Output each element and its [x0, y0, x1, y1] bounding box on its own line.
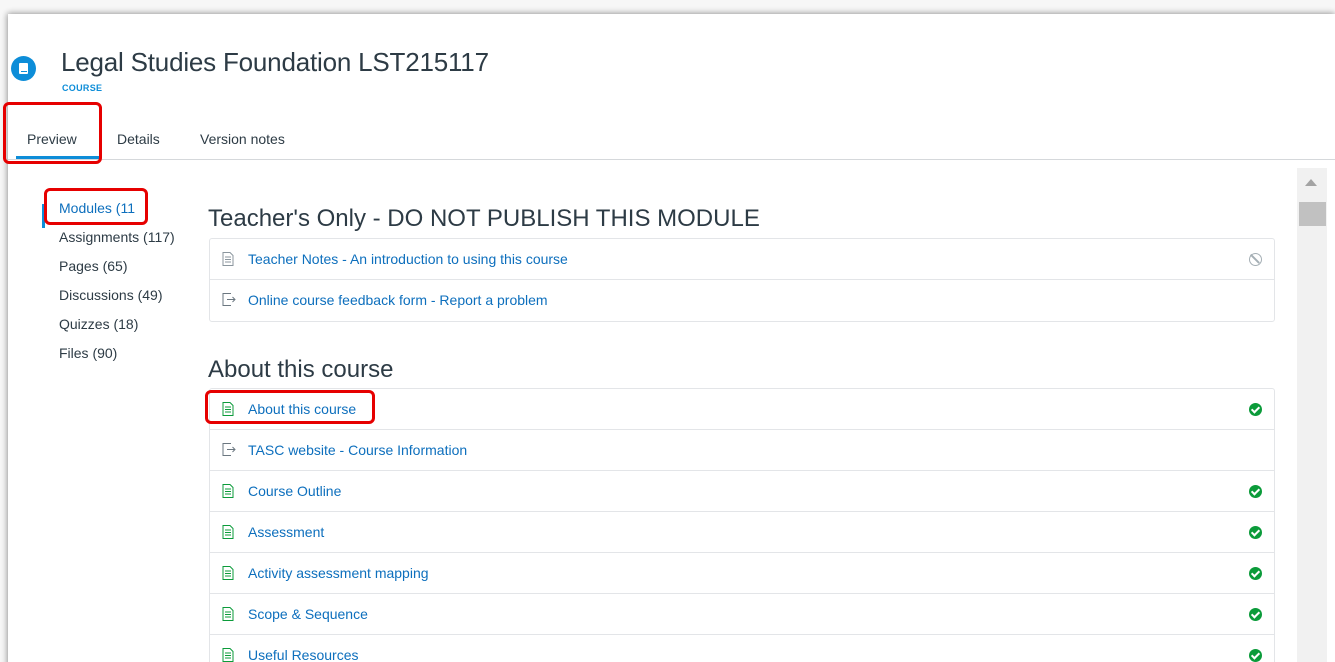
list-item[interactable]: Useful Resources — [210, 635, 1274, 662]
list-item[interactable]: About this course — [210, 389, 1274, 430]
module-title: About this course — [208, 356, 394, 383]
sidebar-item-pages[interactable]: Pages (65) — [59, 258, 127, 274]
page-title: Legal Studies Foundation LST215117 — [61, 47, 489, 77]
page-icon — [222, 252, 234, 266]
list-item[interactable]: Course Outline — [210, 471, 1274, 512]
tab-version-notes[interactable]: Version notes — [200, 131, 285, 147]
page-icon — [222, 484, 234, 498]
book-icon — [11, 56, 36, 81]
tab-details[interactable]: Details — [117, 131, 160, 147]
item-link[interactable]: TASC website - Course Information — [248, 442, 467, 458]
external-link-icon — [222, 293, 236, 306]
published-icon[interactable] — [1249, 403, 1262, 416]
list-item[interactable]: TASC website - Course Information — [210, 430, 1274, 471]
item-link[interactable]: About this course — [248, 401, 356, 417]
page-icon — [222, 566, 234, 580]
module-title: Teacher's Only - DO NOT PUBLISH THIS MOD… — [208, 205, 760, 232]
sidebar-item-discussions[interactable]: Discussions (49) — [59, 287, 162, 303]
item-link[interactable]: Assessment — [248, 524, 324, 540]
course-preview-panel: Legal Studies Foundation LST215117 COURS… — [3, 14, 1335, 662]
published-icon[interactable] — [1249, 567, 1262, 580]
list-item[interactable]: Teacher Notes - An introduction to using… — [210, 239, 1274, 280]
page-icon — [222, 607, 234, 621]
published-icon[interactable] — [1249, 485, 1262, 498]
list-item[interactable]: Online course feedback form - Report a p… — [210, 280, 1274, 321]
active-tab-indicator — [16, 156, 100, 159]
published-icon[interactable] — [1249, 649, 1262, 662]
published-icon[interactable] — [1249, 526, 1262, 539]
sidebar-item-files[interactable]: Files (90) — [59, 345, 117, 361]
scroll-up-arrow-icon[interactable] — [1305, 179, 1317, 186]
item-link[interactable]: Course Outline — [248, 483, 341, 499]
scrollbar[interactable] — [1297, 168, 1327, 662]
scroll-thumb[interactable] — [1299, 202, 1326, 226]
sidebar-item-assignments[interactable]: Assignments (117) — [59, 229, 175, 245]
item-link[interactable]: Scope & Sequence — [248, 606, 368, 622]
item-link[interactable]: Teacher Notes - An introduction to using… — [248, 251, 568, 267]
tab-preview[interactable]: Preview — [27, 131, 77, 147]
item-link[interactable]: Activity assessment mapping — [248, 565, 429, 581]
sidebar-item-quizzes[interactable]: Quizzes (18) — [59, 316, 138, 332]
item-link[interactable]: Useful Resources — [248, 647, 359, 662]
list-item[interactable]: Assessment — [210, 512, 1274, 553]
external-link-icon — [222, 443, 236, 456]
page-icon — [222, 525, 234, 539]
sidebar-active-indicator — [42, 204, 45, 228]
module-items-list: About this course TASC website - Course … — [209, 388, 1275, 662]
list-item[interactable]: Activity assessment mapping — [210, 553, 1274, 594]
module-items-list: Teacher Notes - An introduction to using… — [209, 238, 1275, 322]
page-icon — [222, 648, 234, 662]
published-icon[interactable] — [1249, 608, 1262, 621]
unpublished-icon[interactable] — [1249, 253, 1262, 266]
list-item[interactable]: Scope & Sequence — [210, 594, 1274, 635]
tab-bar: Preview Details Version notes — [8, 120, 1335, 160]
item-link[interactable]: Online course feedback form - Report a p… — [248, 292, 548, 308]
page-icon — [222, 402, 234, 416]
sidebar-item-modules[interactable]: Modules (11 — [59, 200, 135, 216]
page-subtitle: COURSE — [62, 83, 103, 93]
